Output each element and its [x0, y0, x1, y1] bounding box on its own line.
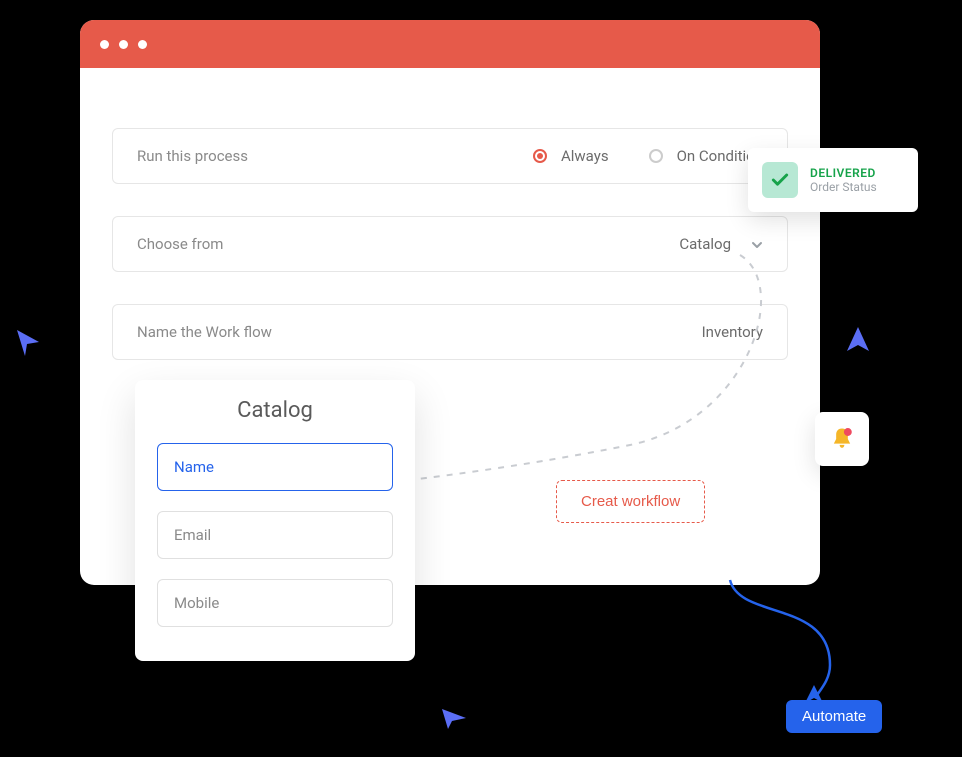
run-process-row: Run this process Always On Condition — [112, 128, 788, 184]
catalog-popup: Catalog Name Email Mobile — [135, 380, 415, 661]
delivered-title: DELIVERED — [810, 166, 877, 180]
traffic-light-icon — [138, 40, 147, 49]
choose-from-value: Catalog — [679, 235, 731, 253]
catalog-field-email[interactable]: Email — [157, 511, 393, 559]
name-workflow-value: Inventory — [702, 323, 763, 341]
chevron-down-icon — [749, 237, 763, 251]
window-titlebar — [80, 20, 820, 68]
cursor-icon — [803, 683, 825, 705]
automate-button[interactable]: Automate — [786, 700, 882, 733]
bell-icon — [828, 425, 856, 453]
cursor-icon — [15, 328, 41, 358]
catalog-title: Catalog — [157, 398, 393, 423]
radio-on-condition[interactable] — [649, 149, 663, 163]
option-always-label[interactable]: Always — [561, 147, 609, 165]
choose-from-row[interactable]: Choose from Catalog — [112, 216, 788, 272]
choose-from-label: Choose from — [137, 235, 679, 253]
notification-bell-card[interactable] — [815, 412, 869, 466]
name-workflow-row[interactable]: Name the Work flow Inventory — [112, 304, 788, 360]
create-workflow-button[interactable]: Creat workflow — [556, 480, 705, 523]
check-icon — [762, 162, 798, 198]
cursor-icon — [440, 705, 468, 731]
delivered-text: DELIVERED Order Status — [810, 166, 877, 194]
workflow-form: Run this process Always On Condition Cho… — [80, 68, 820, 432]
traffic-light-icon — [119, 40, 128, 49]
catalog-field-mobile[interactable]: Mobile — [157, 579, 393, 627]
traffic-light-icon — [100, 40, 109, 49]
delivered-subtitle: Order Status — [810, 180, 877, 194]
radio-always[interactable] — [533, 149, 547, 163]
run-process-label: Run this process — [137, 147, 533, 165]
catalog-field-name[interactable]: Name — [157, 443, 393, 491]
name-workflow-label: Name the Work flow — [137, 323, 702, 341]
delivered-card: DELIVERED Order Status — [748, 148, 918, 212]
cursor-icon — [845, 325, 871, 355]
